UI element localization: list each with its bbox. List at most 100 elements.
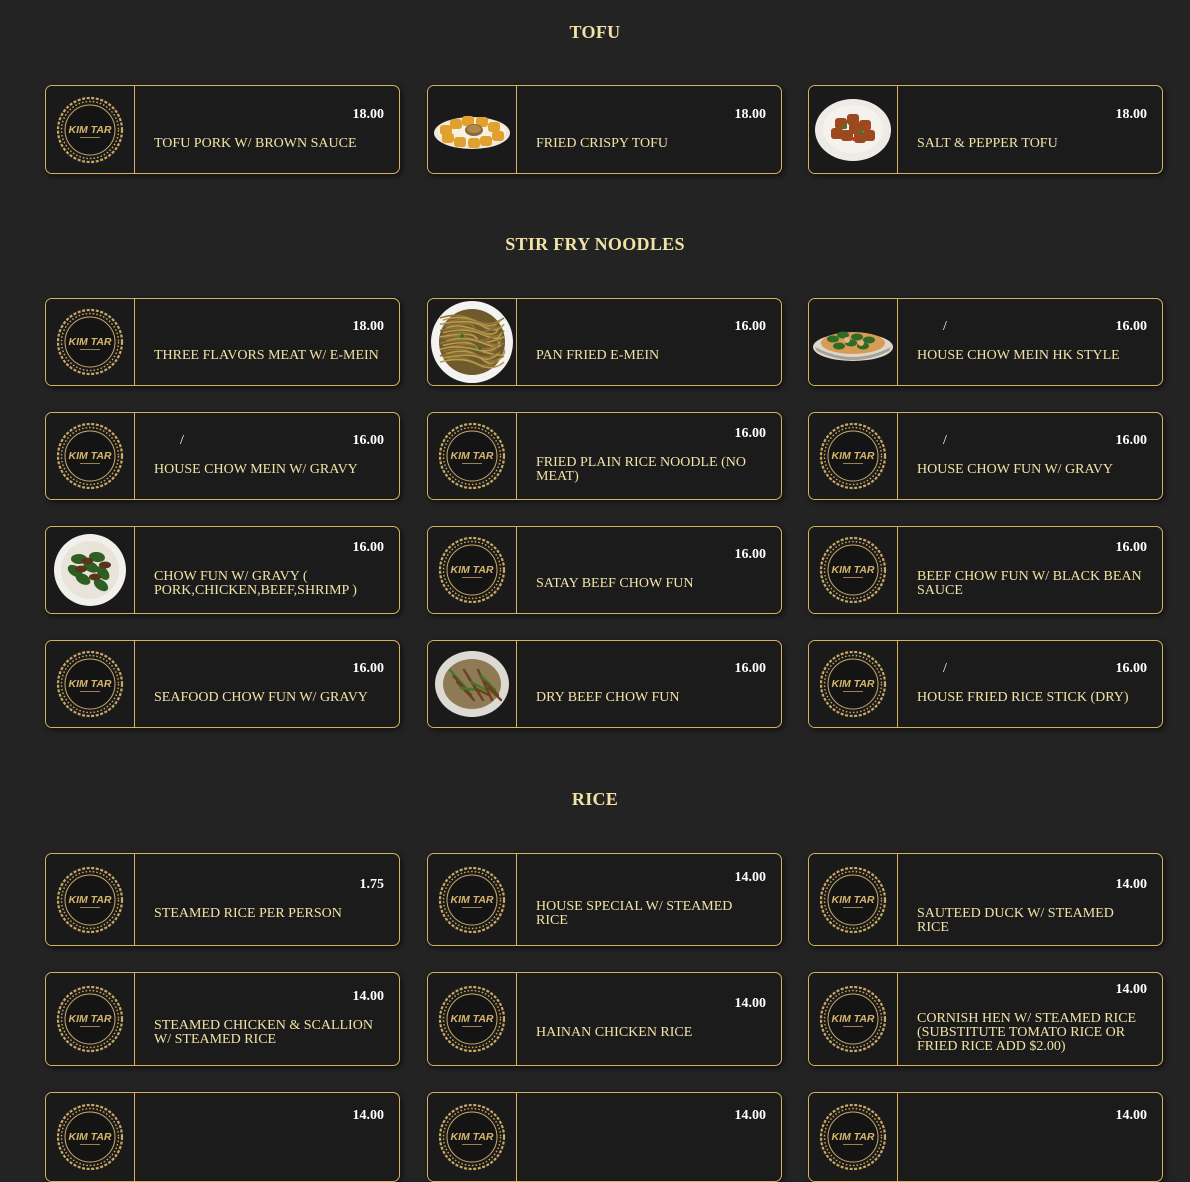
kim-tar-logo: KIM TAR [819,866,887,933]
menu-item-price: 16.00 [352,540,385,555]
menu-item-image[interactable]: KIM TAR [428,527,517,613]
menu-item-image[interactable]: KIM TAR [46,1093,135,1181]
menu-item-info: 18.00 TOFU PORK W/ BROWN SAUCE [154,86,384,173]
menu-item-image[interactable]: KIM TAR [809,527,898,613]
menu-item-image[interactable]: KIM TAR [809,1093,898,1181]
menu-item-separator: / [943,319,947,334]
noodle-menu-item-card[interactable]: KIM TAR 16.00 / HOUSE CHOW MEIN W/ GRAVY [45,412,400,500]
kim-tar-logo: KIM TAR [819,1103,887,1171]
tofu-menu-item-card[interactable]: 18.00 FRIED CRISPY TOFU [427,85,782,174]
rice-menu-item-card[interactable]: KIM TAR 14.00 [808,1092,1163,1182]
menu-item-name: STEAMED CHICKEN & SCALLION W/ STEAMED RI… [154,1018,373,1047]
menu-item-name: SEAFOOD CHOW FUN W/ GRAVY [154,690,368,705]
kim-tar-logo: KIM TAR [438,985,506,1053]
menu-item-price: 16.00 [1115,319,1148,334]
rice-menu-item-card[interactable]: KIM TAR 14.00 HAINAN CHICKEN RICE [427,972,782,1066]
menu-item-name: HOUSE CHOW MEIN HK STYLE [917,348,1120,363]
rice-menu-item-card[interactable]: KIM TAR 14.00 HOUSE SPECIAL W/ STEAMED RI… [427,853,782,946]
logo-text: KIM TAR [69,336,112,348]
menu-item-price: 14.00 [1115,982,1148,997]
menu-item-name: FRIED CRISPY TOFU [536,135,669,151]
menu-item-image[interactable] [428,641,517,727]
noodle-menu-item-card[interactable]: KIM TAR 16.00 FRIED PLAIN RICE NOODLE (NO… [427,412,782,500]
menu-item-info: 16.00 / HOUSE CHOW MEIN W/ GRAVY [154,413,384,499]
noodle-menu-item-card[interactable]: KIM TAR 16.00 SATAY BEEF CHOW FUN [427,526,782,614]
menu-item-name: BEEF CHOW FUN W/ BLACK BEAN SAUCE [917,569,1142,598]
noodle-menu-item-card[interactable]: 16.00 CHOW FUN W/ GRAVY ( PORK,CHICKEN,BE… [45,526,400,614]
menu-item-info: 16.00 BEEF CHOW FUN W/ BLACK BEAN SAUCE [917,527,1147,613]
menu-item-image[interactable]: KIM TAR [428,1093,517,1181]
menu-item-image[interactable]: KIM TAR [46,854,135,945]
menu-item-price: 16.00 [352,433,385,448]
menu-item-info: 14.00 [536,1093,767,1181]
rice-menu-item-card[interactable]: KIM TAR 14.00 STEAMED CHICKEN & SCALLION … [45,972,400,1066]
kim-tar-logo: KIM TAR [56,650,124,718]
logo-text: KIM TAR [451,564,494,576]
kim-tar-logo: KIM TAR [438,866,506,933]
rice-menu-item-card[interactable]: KIM TAR 14.00 SAUTEED DUCK W/ STEAMED RIC… [808,853,1163,946]
menu-item-price: 1.75 [359,876,385,892]
kim-tar-logo: KIM TAR [56,985,124,1053]
salt-pepper-tofu-photo [815,98,891,161]
rice-menu-item-card[interactable]: KIM TAR 14.00 CORNISH HEN W/ STEAMED RICE… [808,972,1163,1066]
rice-menu-item-card[interactable]: KIM TAR 1.75 STEAMED RICE PER PERSON [45,853,400,946]
menu-item-image[interactable] [428,299,517,385]
noodle-menu-item-card[interactable]: KIM TAR 16.00 / HOUSE CHOW FUN W/ GRAVY [808,412,1163,500]
logo-text: KIM TAR [69,450,112,462]
noodle-menu-item-card[interactable]: KIM TAR 16.00 SEAFOOD CHOW FUN W/ GRAVY [45,640,400,728]
menu-item-image[interactable]: KIM TAR [46,86,135,173]
menu-item-info: 18.00 THREE FLAVORS MEAT W/ E-MEIN [154,299,384,385]
logo-text: KIM TAR [69,678,112,690]
menu-item-name: STEAMED RICE PER PERSON [154,905,342,921]
section-title-stir-fry-noodles: STIR FRY NOODLES [505,234,685,254]
kim-tar-logo: KIM TAR [438,422,506,490]
menu-item-image[interactable]: KIM TAR [809,854,898,945]
menu-item-image[interactable] [809,299,898,385]
menu-item-name: HOUSE SPECIAL W/ STEAMED RICE [536,898,733,928]
menu-item-info: 14.00 SAUTEED DUCK W/ STEAMED RICE [917,854,1147,945]
noodle-menu-item-card[interactable]: KIM TAR 18.00 THREE FLAVORS MEAT W/ E-MEI… [45,298,400,386]
menu-item-image[interactable] [428,86,517,173]
fried-tofu-photo [434,115,510,149]
menu-item-image[interactable]: KIM TAR [428,413,517,499]
menu-item-separator: / [180,433,184,448]
menu-item-separator: / [943,433,947,448]
kim-tar-logo: KIM TAR [819,422,887,490]
chow-fun-photo [54,534,126,606]
menu-item-image[interactable] [46,527,135,613]
menu-item-image[interactable]: KIM TAR [46,641,135,727]
menu-item-image[interactable]: KIM TAR [809,973,898,1065]
menu-item-info: 18.00 SALT & PEPPER TOFU [917,86,1147,173]
menu-item-image[interactable]: KIM TAR [809,641,898,727]
noodle-menu-item-card[interactable]: KIM TAR 16.00 / HOUSE FRIED RICE STICK (DR… [808,640,1163,728]
menu-item-image[interactable]: KIM TAR [809,413,898,499]
menu-item-image[interactable]: KIM TAR [46,413,135,499]
rice-menu-item-card[interactable]: KIM TAR 14.00 [427,1092,782,1182]
menu-item-price: 16.00 [1115,661,1148,676]
menu-item-image[interactable]: KIM TAR [46,973,135,1065]
logo-text: KIM TAR [451,450,494,462]
noodle-menu-item-card[interactable]: 16.00 PAN FRIED E-MEIN [427,298,782,386]
noodle-menu-item-card[interactable]: 16.00 DRY BEEF CHOW FUN [427,640,782,728]
rice-menu-item-card[interactable]: KIM TAR 14.00 [45,1092,400,1182]
logo-text: KIM TAR [451,1131,494,1143]
menu-item-price: 14.00 [734,869,767,885]
tofu-menu-item-card[interactable]: KIM TAR 18.00 TOFU PORK W/ BROWN SAUCE [45,85,400,174]
menu-item-image[interactable] [809,86,898,173]
section-title-tofu: TOFU [569,22,621,42]
dry-beef-photo [435,651,509,717]
menu-item-info: 14.00 HAINAN CHICKEN RICE [536,973,766,1065]
logo-text: KIM TAR [69,1013,112,1025]
tofu-menu-item-card[interactable]: 18.00 SALT & PEPPER TOFU [808,85,1163,174]
noodle-menu-item-card[interactable]: KIM TAR 16.00 BEEF CHOW FUN W/ BLACK BEAN… [808,526,1163,614]
logo-text: KIM TAR [451,894,494,906]
menu-item-name: SATAY BEEF CHOW FUN [536,576,694,591]
menu-item-name: SAUTEED DUCK W/ STEAMED RICE [917,905,1114,935]
menu-item-image[interactable]: KIM TAR [428,973,517,1065]
menu-item-name: THREE FLAVORS MEAT W/ E-MEIN [154,348,379,363]
noodle-menu-item-card[interactable]: 16.00 / HOUSE CHOW MEIN HK STYLE [808,298,1163,386]
menu-item-image[interactable]: KIM TAR [46,299,135,385]
menu-item-image[interactable]: KIM TAR [428,854,517,945]
menu-item-info: 14.00 CORNISH HEN W/ STEAMED RICE (SUBSTI… [917,973,1147,1065]
menu-item-info: 16.00 CHOW FUN W/ GRAVY ( PORK,CHICKEN,BE… [154,527,384,613]
